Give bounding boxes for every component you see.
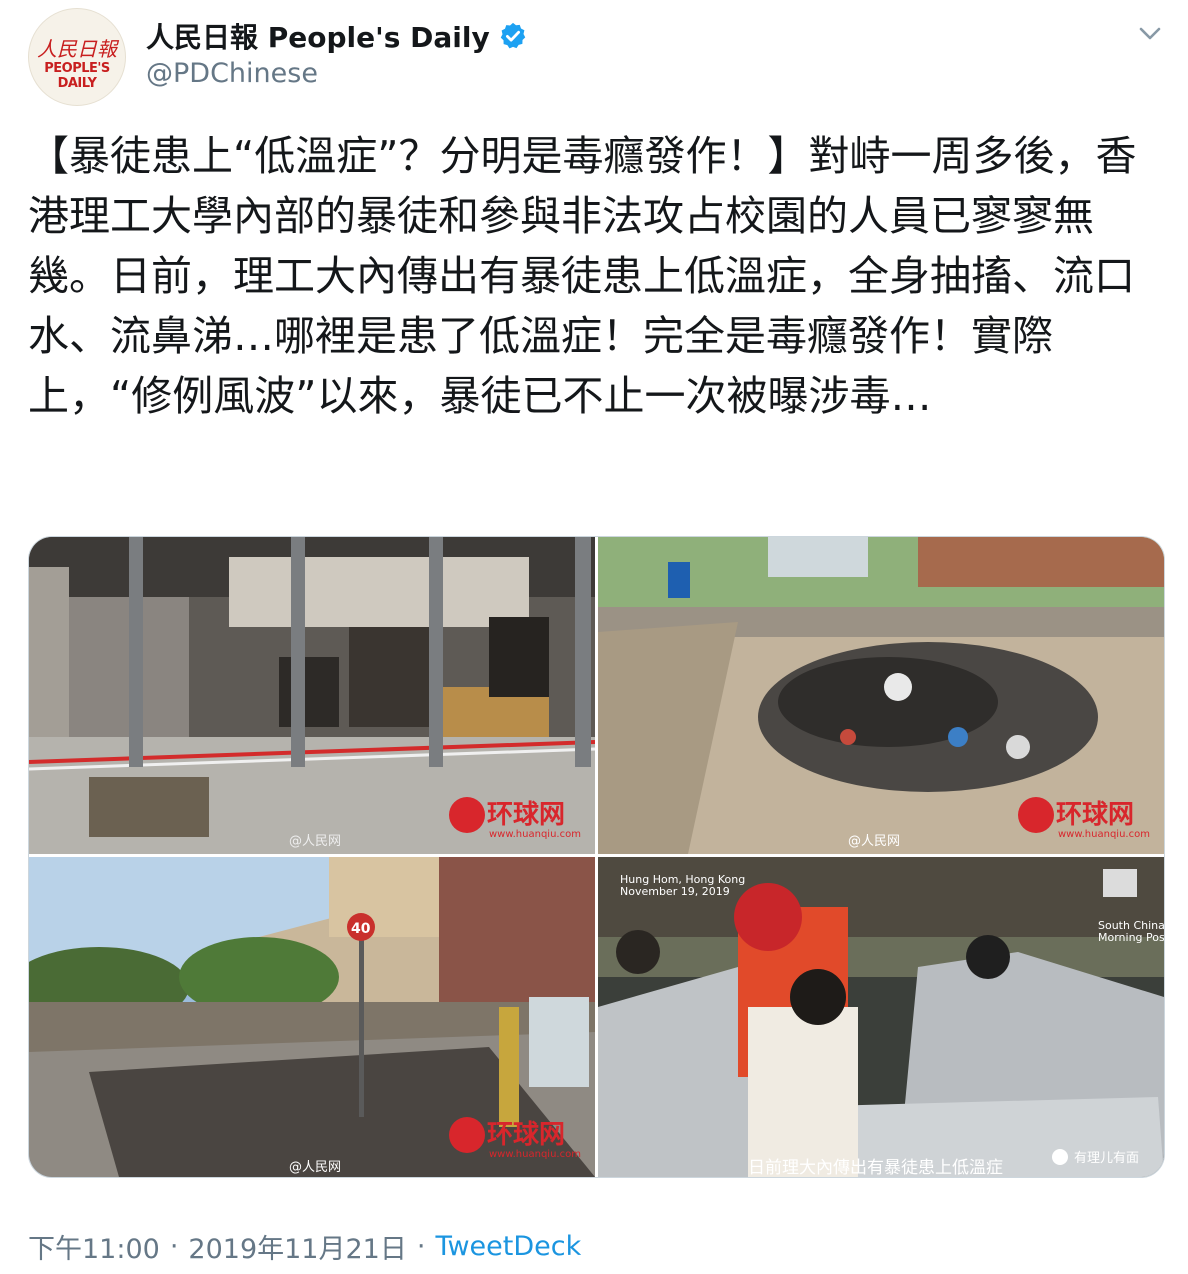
photo-campus-bricks[interactable]: 40 环球网 www.huanqiu.com @人民网 [29,857,595,1177]
verified-badge-icon [500,22,525,49]
meta-separator: · [416,1230,426,1262]
avatar[interactable]: 人民日報 PEOPLE'S DAILY [28,8,126,106]
photo1-credit: @人民网 [289,834,341,849]
photo2-credit: @人民网 [848,834,900,849]
media-grid: 环球网 www.huanqiu.com @人民网 环球网 www.huanqiu… [28,536,1165,1178]
photo1-watermark-logo: 环球网 [487,800,565,830]
photo3-credit: @人民网 [289,1160,341,1175]
photo3-watermark-logo: 环球网 [487,1120,565,1150]
photo2-watermark-url: www.huanqiu.com [1058,829,1150,840]
photo4-wechat-credit: 有理儿有面 [1074,1151,1139,1166]
chevron-down-icon[interactable] [1134,18,1166,48]
display-name: 人民日報 People's Daily [146,21,490,54]
tweet-meta: 下午11:00 · 2019年11月21日 · TweetDeck [28,1224,581,1268]
tweet-date[interactable]: 2019年11月21日 [188,1227,406,1266]
meta-separator: · [169,1230,179,1262]
avatar-logo-en: PEOPLE'S DAILY [44,61,110,91]
photo4-date: November 19, 2019 [620,885,730,898]
photo4-subtitle: 日前理大內傳出有暴徒患上低溫症 [748,1158,1003,1177]
photo1-watermark-url: www.huanqiu.com [489,829,581,840]
author-name-link[interactable]: 人民日報 People's Daily [146,16,528,56]
photo-debris-road[interactable]: 环球网 www.huanqiu.com @人民网 [598,537,1164,854]
tweet-time[interactable]: 下午11:00 [28,1227,160,1266]
photo4-scmp-line2: Morning Post [1098,931,1164,944]
author-handle[interactable]: @PDChinese [146,58,318,89]
tweet-text: 【暴徒患上“低溫症”？分明是毒癮發作！】對峙一周多後，香港理工大學內部的暴徒和參… [28,132,1137,420]
photo-foil-blankets[interactable]: Hung Hom, Hong Kong November 19, 2019 So… [598,857,1164,1177]
photo-burned-store[interactable]: 环球网 www.huanqiu.com @人民网 [29,537,595,854]
photo3-watermark-url: www.huanqiu.com [489,1149,581,1160]
tweet-source-link[interactable]: TweetDeck [435,1231,581,1262]
avatar-logo-cn: 人民日報 [37,37,117,61]
photo3-sign-number: 40 [351,921,371,937]
photo2-watermark-logo: 环球网 [1056,800,1134,830]
